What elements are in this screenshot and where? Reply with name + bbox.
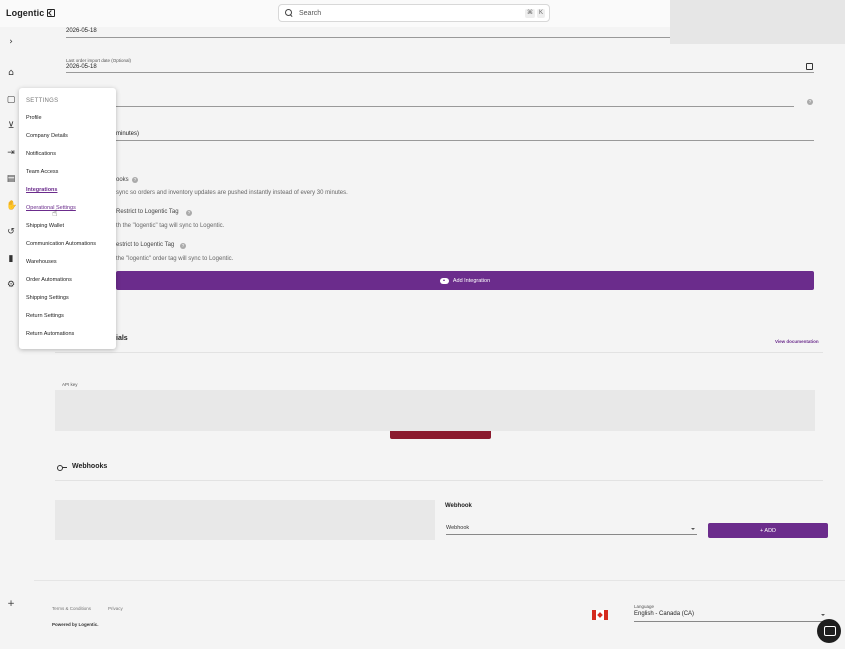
- plus-icon[interactable]: +: [6, 599, 16, 609]
- chevron-down-icon: [691, 528, 695, 530]
- gear-icon[interactable]: ⚙: [6, 280, 16, 290]
- menu-item-team-access[interactable]: Team Access: [26, 169, 58, 175]
- chevron-down-icon: [821, 614, 825, 616]
- restrict-tag-label-1: Restrict to Logentic Tag: [116, 209, 179, 215]
- canada-flag-icon: [592, 610, 608, 620]
- menu-item-operational-settings[interactable]: Operational Settings: [26, 205, 76, 211]
- webhook-field-title: Webhook: [445, 503, 472, 509]
- first-date-value: 2026-05-18: [66, 28, 97, 34]
- terms-link[interactable]: Terms & Conditions: [52, 606, 91, 611]
- text-field-1[interactable]: [116, 96, 794, 107]
- shortcut-key: K: [537, 9, 546, 18]
- webhook-select[interactable]: Webhook: [446, 525, 697, 535]
- language-select[interactable]: English - Canada (CA): [634, 611, 827, 622]
- credentials-title: ials: [116, 335, 128, 342]
- webhooks-toggle-label: ooks: [116, 177, 129, 183]
- menu-item-shipping-settings[interactable]: Shipping Settings: [26, 295, 69, 301]
- menu-item-shipping-wallet[interactable]: Shipping Wallet: [26, 223, 64, 229]
- add-integration-button[interactable]: Add Integration: [116, 271, 814, 290]
- powered-by: Powered by Logentic.: [52, 622, 99, 627]
- language-value: English - Canada (CA): [634, 611, 695, 617]
- document-icon[interactable]: ▤: [6, 174, 16, 184]
- logo-text: Logentic: [6, 8, 45, 18]
- restrict-tag-desc-2: the "logentic" order tag will sync to Lo…: [116, 256, 234, 262]
- webhooks-description: sync so orders and inventory updates are…: [116, 190, 348, 196]
- last-order-label: Last order import date (Optional): [66, 58, 132, 63]
- interval-field[interactable]: minutes): [116, 128, 814, 141]
- home-icon[interactable]: ⌂: [6, 68, 16, 78]
- help-icon[interactable]: ?: [180, 243, 186, 249]
- divider: [55, 480, 823, 481]
- menu-item-return-automations[interactable]: Return Automations: [26, 331, 74, 337]
- cart-icon[interactable]: ⊻: [6, 121, 16, 131]
- webhooks-list-block: [55, 500, 435, 540]
- shortcut-mod-key: ⌘: [525, 9, 535, 18]
- add-integration-label: Add Integration: [452, 277, 491, 284]
- cloud-upload-icon: [439, 277, 449, 284]
- menu-item-return-settings[interactable]: Return Settings: [26, 313, 64, 319]
- api-key-label: API key: [62, 382, 78, 387]
- search-icon: [285, 9, 293, 17]
- add-webhook-button[interactable]: + ADD: [708, 523, 828, 538]
- divider: [55, 352, 823, 353]
- chart-icon[interactable]: ▮: [6, 254, 16, 264]
- calendar-icon[interactable]: [806, 63, 813, 70]
- api-key-block: [55, 390, 815, 431]
- privacy-link[interactable]: Privacy: [108, 606, 123, 611]
- restrict-tag-desc-1: th the "logentic" tag will sync to Logen…: [116, 223, 225, 229]
- add-webhook-label: + ADD: [759, 527, 777, 534]
- box-icon[interactable]: ▢: [6, 95, 16, 105]
- search-placeholder: Search: [299, 9, 322, 17]
- menu-item-company-details[interactable]: Company Details: [26, 133, 68, 139]
- settings-menu: SETTINGS Profile Company Details Notific…: [19, 88, 116, 349]
- first-date-field[interactable]: 2026-05-18: [66, 26, 670, 38]
- collapse-sidebar-icon[interactable]: [47, 9, 56, 17]
- interval-suffix: minutes): [116, 131, 140, 137]
- app-logo[interactable]: Logentic: [6, 8, 56, 18]
- menu-item-warehouses[interactable]: Warehouses: [26, 259, 57, 265]
- view-documentation-link[interactable]: View documentation: [775, 339, 819, 344]
- menu-item-order-automations[interactable]: Order Automations: [26, 277, 72, 283]
- last-order-date-field[interactable]: Last order import date (Optional) 2026-0…: [66, 57, 814, 73]
- footer-divider: [34, 580, 845, 581]
- webhooks-title: Webhooks: [72, 463, 108, 470]
- menu-item-profile[interactable]: Profile: [26, 115, 42, 121]
- menu-item-integrations[interactable]: Integrations: [26, 187, 57, 193]
- return-icon[interactable]: ↺: [6, 227, 16, 237]
- help-icon[interactable]: ?: [186, 210, 192, 216]
- help-icon[interactable]: ?: [807, 99, 813, 105]
- menu-header: SETTINGS: [26, 98, 59, 104]
- top-right-placeholder: [670, 0, 845, 44]
- danger-button[interactable]: [390, 431, 491, 439]
- hand-icon[interactable]: ✋: [6, 201, 17, 211]
- last-order-value: 2026-05-18: [66, 64, 97, 70]
- help-icon[interactable]: ?: [132, 177, 138, 183]
- inbox-icon[interactable]: ⇥: [6, 148, 16, 158]
- restrict-tag-label-2: estrict to Logentic Tag: [116, 242, 175, 248]
- language-label: Language: [634, 604, 655, 609]
- search-bar[interactable]: Search ⌘ K: [278, 4, 550, 22]
- menu-item-communication-automations[interactable]: Communication Automations: [26, 241, 96, 247]
- webhook-select-value: Webhook: [446, 525, 470, 531]
- hand-cursor-icon: ☝: [52, 209, 58, 219]
- key-icon: [57, 463, 67, 471]
- menu-item-notifications[interactable]: Notifications: [26, 151, 56, 157]
- chevron-right-icon[interactable]: ›: [6, 37, 16, 47]
- chat-icon[interactable]: [817, 619, 841, 643]
